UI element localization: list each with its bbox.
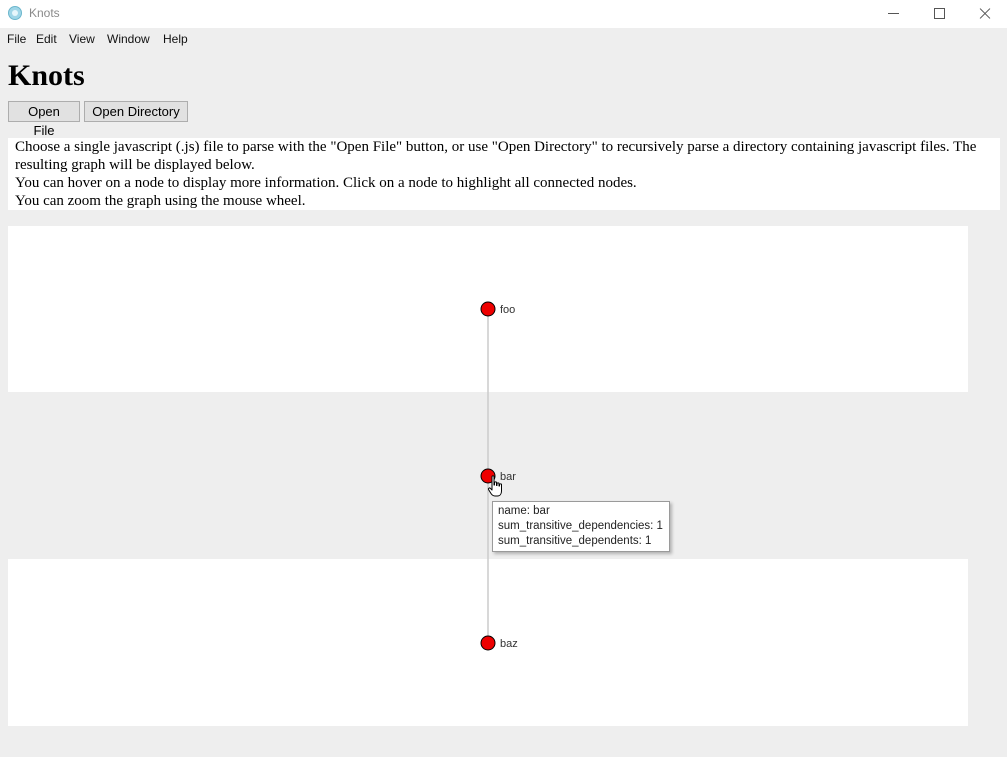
instructions-line: Choose a single javascript (.js) file to… xyxy=(15,139,977,173)
menu-edit[interactable]: Edit xyxy=(36,32,57,46)
window-title: Knots xyxy=(29,6,60,20)
graph-node-baz[interactable] xyxy=(480,635,496,651)
title-bar: Knots xyxy=(0,0,1007,28)
tooltip-line: sum_transitive_dependencies: 1 xyxy=(498,520,663,532)
graph-node-foo[interactable] xyxy=(480,301,496,317)
page-title: Knots xyxy=(8,59,85,92)
tooltip-line: name: bar xyxy=(498,505,550,517)
node-tooltip: name: bar sum_transitive_dependencies: 1… xyxy=(492,501,670,552)
close-icon[interactable] xyxy=(962,0,1007,28)
menu-bar: File Edit View Window Help xyxy=(0,28,1007,50)
app-body: File Edit View Window Help Knots Open Fi… xyxy=(0,28,1007,757)
menu-view[interactable]: View xyxy=(69,32,95,46)
instructions-line: You can zoom the graph using the mouse w… xyxy=(15,193,306,209)
maximize-icon[interactable] xyxy=(916,0,962,28)
tooltip-line: sum_transitive_dependents: 1 xyxy=(498,535,652,547)
instructions-line: You can hover on a node to display more … xyxy=(15,175,637,191)
menu-file[interactable]: File xyxy=(7,32,26,46)
menu-window[interactable]: Window xyxy=(107,32,150,46)
graph-node-label: baz xyxy=(500,638,518,650)
minimize-icon[interactable] xyxy=(870,0,916,28)
open-file-button[interactable]: Open File xyxy=(8,101,80,138)
graph-node-label: foo xyxy=(500,304,515,316)
app-icon xyxy=(8,6,22,20)
instructions-panel: Choose a single javascript (.js) file to… xyxy=(8,138,1000,210)
hand-pointer-icon xyxy=(487,475,502,497)
menu-help[interactable]: Help xyxy=(163,32,188,46)
open-directory-button[interactable]: Open Directory xyxy=(84,101,188,122)
